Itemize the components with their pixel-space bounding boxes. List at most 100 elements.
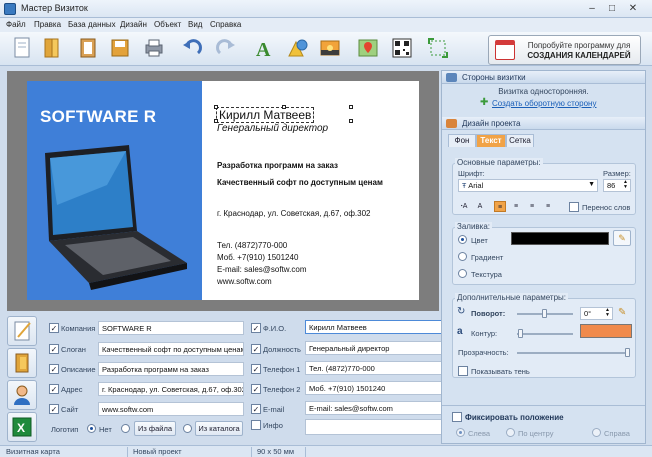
outline-slider[interactable] [517, 333, 573, 335]
new-document-icon[interactable] [10, 36, 34, 60]
field-checkbox[interactable]: ✓ [49, 364, 59, 374]
field-checkbox[interactable]: ✓ [251, 323, 261, 333]
position-input[interactable]: Генеральный директор [305, 341, 442, 355]
contacts-button[interactable] [7, 380, 37, 410]
text-size-down-icon[interactable]: ꞏA [458, 201, 470, 212]
rotation-input[interactable]: 0° ▲ ▼ [580, 307, 613, 320]
card-position[interactable]: Генеральный директор [217, 123, 328, 134]
spinner-icon[interactable]: ▲ ▼ [605, 308, 610, 318]
description-input[interactable]: Разработка программ на заказ [98, 362, 244, 376]
from-file-button[interactable]: Из файла [134, 421, 176, 436]
phone2-input[interactable]: Моб. +7(910) 1501240 [305, 381, 442, 395]
info-input[interactable] [305, 419, 442, 435]
text-size-up-icon[interactable]: A [474, 201, 486, 212]
outline-color-swatch[interactable] [580, 324, 632, 338]
tab-background[interactable]: Фон [448, 134, 476, 147]
field-checkbox[interactable]: ✓ [49, 404, 59, 414]
fill-color-swatch[interactable] [511, 232, 609, 245]
card-email[interactable]: E-mail: sales@softw.com [217, 265, 306, 274]
rotation-slider-thumb[interactable] [542, 309, 547, 318]
menu-database[interactable]: База данных [66, 19, 118, 30]
tab-grid[interactable]: Сетка [506, 134, 534, 147]
redo-icon[interactable] [214, 36, 238, 60]
menu-file[interactable]: Файл [4, 19, 28, 30]
card-phone2[interactable]: Моб. +7(910) 1501240 [217, 253, 298, 262]
card-name[interactable]: Кирилл Матвеев [216, 107, 315, 123]
clipboard-icon[interactable] [76, 36, 100, 60]
spinner-icon[interactable]: ▲ ▼ [623, 180, 628, 190]
fill-texture-radio[interactable] [458, 269, 467, 278]
card-site[interactable]: www.softw.com [217, 277, 272, 286]
position-left-radio[interactable] [456, 428, 465, 437]
menu-design[interactable]: Дизайн [118, 19, 149, 30]
image-icon[interactable] [318, 36, 342, 60]
company-input[interactable]: SOFTWARE R [98, 321, 244, 335]
align-justify-icon[interactable]: ≡ [542, 201, 554, 212]
opacity-slider-thumb[interactable] [625, 348, 630, 357]
field-checkbox[interactable] [251, 420, 261, 430]
position-center-radio[interactable] [506, 428, 515, 437]
logo-file-radio[interactable] [121, 424, 130, 433]
fix-position-checkbox[interactable] [452, 412, 462, 422]
field-checkbox[interactable]: ✓ [49, 384, 59, 394]
map-pin-icon[interactable] [356, 36, 380, 60]
reset-rotation-icon[interactable]: ✎ [618, 306, 632, 320]
word-wrap-checkbox[interactable] [569, 202, 579, 212]
crop-icon[interactable] [426, 36, 450, 60]
position-right-radio[interactable] [592, 428, 601, 437]
color-picker-icon[interactable]: ✎ [613, 230, 631, 246]
card-company[interactable]: SOFTWARE R [40, 107, 156, 127]
resize-handle[interactable] [349, 105, 353, 109]
edit-fields-button[interactable] [7, 316, 37, 346]
address-input[interactable]: г. Краснодар, ул. Советская, д.67, оф.30… [98, 382, 244, 396]
field-checkbox[interactable]: ✓ [49, 344, 59, 354]
card-phone1[interactable]: Тел. (4872)770-000 [217, 241, 287, 250]
menu-object[interactable]: Объект [152, 19, 183, 30]
shapes-icon[interactable] [286, 36, 310, 60]
excel-import-button[interactable]: X [7, 412, 37, 442]
card-address[interactable]: г. Краснодар, ул. Советская, д.67, оф.30… [217, 209, 370, 218]
fill-gradient-radio[interactable] [458, 252, 467, 261]
design-header[interactable]: Дизайн проекта [442, 117, 645, 130]
shadow-checkbox[interactable] [458, 366, 468, 376]
text-icon[interactable]: A [252, 36, 276, 61]
align-center-icon[interactable]: ≡ [510, 201, 522, 212]
from-catalog-button[interactable]: Из каталога [195, 421, 243, 436]
field-checkbox[interactable]: ✓ [251, 344, 261, 354]
fill-color-radio[interactable] [458, 235, 467, 244]
opacity-slider[interactable] [517, 352, 629, 354]
tab-text[interactable]: Текст [476, 134, 506, 147]
undo-icon[interactable] [180, 36, 204, 60]
resize-handle[interactable] [349, 119, 353, 123]
phone1-input[interactable]: Тел. (4872)770-000 [305, 361, 442, 375]
field-checkbox[interactable]: ✓ [251, 384, 261, 394]
sides-header[interactable]: Стороны визитки [442, 71, 645, 84]
resize-handle[interactable] [214, 105, 218, 109]
calendar-promo-button[interactable]: Попробуйте программу для СОЗДАНИЯ КАЛЕНД… [488, 35, 641, 65]
field-checkbox[interactable]: ✓ [251, 364, 261, 374]
print-icon[interactable] [142, 36, 166, 60]
qr-code-icon[interactable] [390, 36, 414, 60]
maximize-icon[interactable]: □ [605, 2, 619, 16]
card-description[interactable]: Разработка программ на заказ [217, 161, 338, 170]
minimize-icon[interactable]: – [585, 2, 599, 16]
font-select[interactable]: Ŧ Arial ▼ [458, 179, 598, 192]
menu-help[interactable]: Справка [208, 19, 243, 30]
email-input[interactable]: E-mail: sales@softw.com [305, 401, 442, 415]
fullname-input[interactable]: Кирилл Матвеев [305, 320, 442, 334]
site-input[interactable]: www.softw.com [98, 402, 244, 416]
close-icon[interactable]: ✕ [626, 2, 640, 16]
open-folder-icon[interactable] [40, 36, 64, 60]
size-input[interactable]: 86 ▲ ▼ [603, 179, 631, 192]
card-slogan[interactable]: Качественный софт по доступным ценам [217, 178, 383, 187]
logo-none-radio[interactable] [87, 424, 96, 433]
logo-catalog-radio[interactable] [183, 424, 192, 433]
slogan-input[interactable]: Качественный софт по доступным ценам [98, 342, 244, 356]
field-checkbox[interactable]: ✓ [251, 404, 261, 414]
outline-slider-thumb[interactable] [518, 329, 523, 338]
design-canvas[interactable]: SOFTWARE R Кирилл Матвеев Генеральный ди… [7, 71, 439, 311]
business-card[interactable]: SOFTWARE R Кирилл Матвеев Генеральный ди… [27, 81, 419, 300]
create-back-link[interactable]: Создать оборотную сторону [492, 99, 596, 108]
database-button[interactable] [7, 348, 37, 378]
menu-edit[interactable]: Правка [32, 19, 63, 30]
